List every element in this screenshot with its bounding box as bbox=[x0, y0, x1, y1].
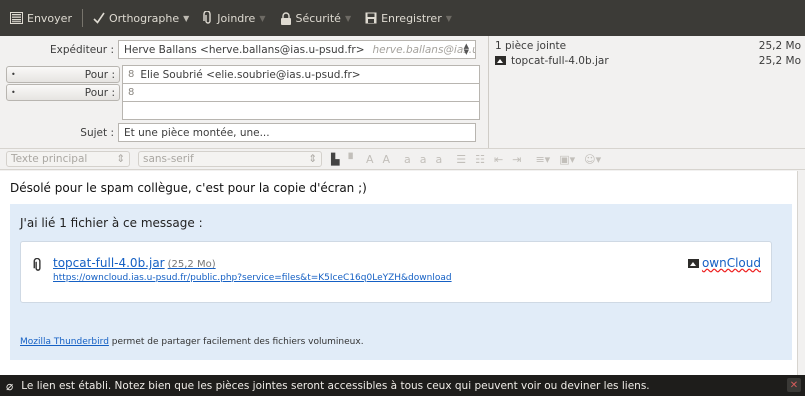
filelink-url[interactable]: https://owncloud.ias.u-psud.fr/public.ph… bbox=[53, 273, 452, 283]
thunderbird-link[interactable]: Mozilla Thunderbird bbox=[20, 337, 109, 347]
owncloud-label: ownCloud bbox=[701, 256, 761, 270]
text-color-icon[interactable]: ▙ bbox=[331, 153, 339, 166]
send-button[interactable]: Envoyer bbox=[6, 0, 76, 36]
attach-dropdown-icon[interactable]: ▼ bbox=[259, 14, 265, 23]
recipient-type-label-1: Pour : bbox=[84, 68, 115, 81]
font-smaller-icon[interactable]: A bbox=[366, 153, 374, 166]
to-value-1: Elie Soubrié <elie.soubrie@ias.u-psud.fr… bbox=[140, 68, 361, 81]
underline-icon[interactable]: a bbox=[436, 153, 443, 166]
font-larger-icon[interactable]: A bbox=[382, 153, 390, 166]
notification-bar: ⌀ Le lien est établi. Notez bien que les… bbox=[0, 375, 805, 396]
from-row: Expéditeur : Herve Ballans <herve.ballan… bbox=[0, 40, 486, 59]
send-label: Envoyer bbox=[27, 11, 72, 25]
to-field-1[interactable]: 8 Elie Soubrié <elie.soubrie@ias.u-psud.… bbox=[122, 65, 480, 84]
send-icon bbox=[10, 12, 23, 24]
attachment-count: 1 pièce jointe bbox=[495, 40, 567, 52]
italic-icon[interactable]: a bbox=[420, 153, 427, 166]
from-value: Herve Ballans <herve.ballans@ias.u-psud.… bbox=[124, 43, 365, 56]
paperclip-icon: ⌀ bbox=[6, 378, 14, 393]
notification-text: Le lien est établi. Notez bien que les p… bbox=[21, 379, 650, 392]
message-headers: Expéditeur : Herve Ballans <herve.ballan… bbox=[0, 36, 486, 148]
outdent-icon[interactable]: ⇤ bbox=[494, 153, 503, 166]
indent-icon[interactable]: ⇥ bbox=[512, 153, 521, 166]
attachment-pane: 1 pièce jointe 25,2 Mo topcat-full-4.0b.… bbox=[488, 36, 805, 148]
subject-row: Sujet : Et une pièce montée, une... bbox=[0, 123, 486, 142]
format-toolbar: Texte principal ⇕ sans-serif ⇕ ▙ ▘ A A a a… bbox=[0, 148, 805, 170]
save-dropdown-icon[interactable]: ▼ bbox=[446, 14, 452, 23]
spelling-dropdown-icon[interactable]: ▼ bbox=[183, 14, 189, 23]
filelink-file-name: topcat-full-4.0b.jar bbox=[53, 256, 165, 270]
save-button[interactable]: Enregistrer ▼ bbox=[361, 0, 456, 36]
save-icon bbox=[365, 12, 377, 24]
attachment-summary: 1 pièce jointe 25,2 Mo bbox=[495, 40, 801, 52]
filelink-card: topcat-full-4.0b.jar (25,2 Mo) https://ow… bbox=[20, 241, 772, 303]
recipient-type-select-1[interactable]: • Pour : bbox=[6, 66, 120, 83]
compose-toolbar: Envoyer Orthographe ▼ Joindre ▼ Sécurité… bbox=[0, 0, 805, 36]
smiley-icon[interactable]: ☺▾ bbox=[584, 153, 601, 166]
from-select[interactable]: Herve Ballans <herve.ballans@ias.u-psud.… bbox=[118, 40, 476, 59]
spelling-button[interactable]: Orthographe ▼ bbox=[89, 0, 193, 36]
dropdown-bullet-icon: • bbox=[11, 88, 16, 97]
filelink-panel: J'ai lié 1 fichier à ce message : topcat… bbox=[10, 204, 792, 360]
save-label: Enregistrer bbox=[381, 11, 442, 25]
paperclip-icon bbox=[203, 11, 211, 24]
attachment-total-size: 25,2 Mo bbox=[758, 40, 801, 52]
body-scrollbar[interactable] bbox=[797, 171, 805, 375]
paragraph-style-select[interactable]: Texte principal ⇕ bbox=[6, 151, 130, 167]
attach-button[interactable]: Joindre ▼ bbox=[199, 0, 269, 36]
align-icon[interactable]: ≡▾ bbox=[535, 153, 550, 166]
lock-icon bbox=[280, 11, 291, 25]
subject-label: Sujet : bbox=[80, 126, 114, 139]
bold-icon[interactable]: a bbox=[404, 153, 411, 166]
subject-value: Et une pièce montée, une... bbox=[124, 126, 270, 139]
spin-icon: ⇕ bbox=[308, 153, 317, 165]
font-select[interactable]: sans-serif ⇕ bbox=[138, 151, 322, 167]
dropdown-bullet-icon: • bbox=[11, 70, 16, 79]
subject-input[interactable]: Et une pièce montée, une... bbox=[118, 123, 476, 142]
paragraph-style-value: Texte principal bbox=[11, 153, 88, 165]
insert-icon[interactable]: ▣▾ bbox=[559, 153, 575, 166]
filelink-footer: Mozilla Thunderbird permet de partager f… bbox=[20, 337, 364, 347]
cloud-file-icon bbox=[495, 56, 506, 65]
checkmark-icon bbox=[93, 12, 105, 24]
background-color-icon[interactable]: ▘ bbox=[348, 153, 356, 166]
recipient-empty-area[interactable] bbox=[122, 102, 480, 120]
owncloud-link[interactable]: ownCloud bbox=[687, 256, 761, 270]
contact-icon: 8 bbox=[128, 69, 135, 80]
body-intro-text: Désolé pour le spam collègue, c'est pour… bbox=[10, 181, 367, 195]
attach-label: Joindre bbox=[217, 11, 256, 25]
close-icon[interactable]: ✕ bbox=[787, 378, 801, 392]
filelink-file-size: (25,2 Mo) bbox=[167, 259, 216, 270]
attachment-name: topcat-full-4.0b.jar bbox=[511, 55, 609, 67]
filelink-file-link[interactable]: topcat-full-4.0b.jar (25,2 Mo) bbox=[53, 256, 216, 270]
attachment-item[interactable]: topcat-full-4.0b.jar 25,2 Mo bbox=[495, 55, 801, 67]
to-field-2[interactable]: 8 bbox=[122, 83, 480, 102]
filelink-title: J'ai lié 1 fichier à ce message : bbox=[20, 216, 203, 230]
from-label: Expéditeur : bbox=[50, 43, 114, 56]
attachment-size: 25,2 Mo bbox=[758, 55, 801, 67]
recipient-type-label-2: Pour : bbox=[84, 86, 115, 99]
recipient-type-select-2[interactable]: • Pour : bbox=[6, 84, 120, 101]
numbered-list-icon[interactable]: ☷ bbox=[475, 153, 485, 166]
font-value: sans-serif bbox=[143, 153, 194, 165]
spelling-label: Orthographe bbox=[108, 11, 180, 25]
bullet-list-icon[interactable]: ☰ bbox=[456, 153, 466, 166]
footer-text: permet de partager facilement des fichie… bbox=[108, 337, 364, 347]
paperclip-icon bbox=[33, 258, 41, 271]
spin-icon: ⇕ bbox=[116, 153, 125, 165]
toolbar-separator bbox=[81, 9, 83, 27]
security-dropdown-icon[interactable]: ▼ bbox=[345, 14, 351, 23]
security-label: Sécurité bbox=[295, 11, 341, 25]
from-spin-icon: ▲ ▼ bbox=[463, 42, 469, 56]
owncloud-logo-icon bbox=[687, 258, 699, 268]
contact-icon: 8 bbox=[128, 87, 135, 98]
from-ghost-text: herve.ballans@ias.u-p... bbox=[372, 43, 476, 56]
message-body[interactable]: Désolé pour le spam collègue, c'est pour… bbox=[0, 171, 797, 375]
security-button[interactable]: Sécurité ▼ bbox=[276, 0, 356, 36]
